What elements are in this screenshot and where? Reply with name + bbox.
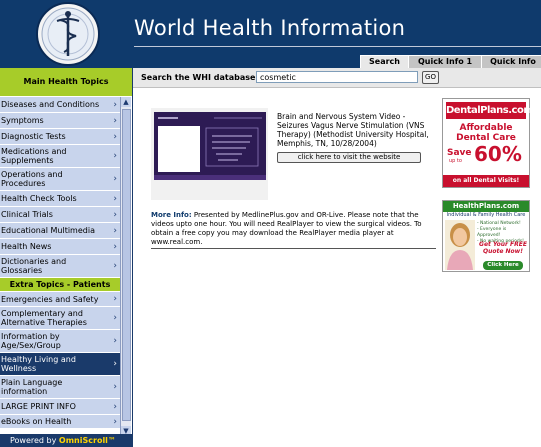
healthplans-logo: HealthPlans.com [443, 201, 529, 212]
chevron-right-icon: › [113, 382, 117, 392]
visit-website-button[interactable]: click here to visit the website [277, 152, 421, 163]
sidebar-item-emergencies[interactable]: Emergencies and Safety › [0, 292, 120, 307]
healthplans-ad[interactable]: HealthPlans.com Individual & Family Heal… [442, 200, 530, 272]
scroll-up-icon[interactable]: ▲ [121, 97, 131, 107]
ad-health-bullet: - Everyone is Approved! [477, 227, 507, 238]
sidebar-item-symptoms[interactable]: Symptoms › [0, 113, 120, 129]
chevron-right-icon: › [113, 174, 117, 184]
caduceus-logo-icon[interactable] [36, 2, 100, 66]
sidebar-item-label: Healthy Living and Wellness [1, 355, 76, 373]
sidebar-item-health-news[interactable]: Health News › [0, 239, 120, 255]
more-info-body: Presented by MedlinePlus.gov and OR-Live… [151, 211, 422, 246]
sidebar-item-healthy-living[interactable]: Healthy Living and Wellness › [0, 353, 120, 376]
sidebar-item-label: Educational Multimedia [1, 226, 95, 235]
ad-dental-save: Save [447, 148, 472, 158]
sidebar-item-complementary[interactable]: Complementary and Alternative Therapies › [0, 307, 120, 330]
video-control-bar[interactable] [154, 175, 266, 180]
sidebar-item-label: Operations and Procedures [1, 170, 63, 188]
sidebar-item-plain-language[interactable]: Plain Language information › [0, 376, 120, 399]
ad-dental-percent: 60% [474, 142, 522, 166]
sidebar-item-educational-multimedia[interactable]: Educational Multimedia › [0, 223, 120, 239]
sidebar: Main Health Topics Diseases and Conditio… [0, 68, 132, 447]
sidebar-item-health-check-tools[interactable]: Health Check Tools › [0, 191, 120, 207]
sidebar-scrollbar[interactable]: ▲ ▼ [120, 97, 131, 436]
sidebar-item-diagnostic-tests[interactable]: Diagnostic Tests › [0, 129, 120, 145]
sidebar-item-large-print[interactable]: LARGE PRINT INFO › [0, 399, 120, 415]
sidebar-item-label: Plain Language information [1, 378, 63, 396]
video-thumbnail[interactable] [151, 108, 268, 200]
site-title: World Health Information [134, 16, 406, 40]
sidebar-item-label: Diseases and Conditions [1, 100, 100, 109]
dentalplans-logo: DentalPlans.com [446, 102, 534, 119]
chevron-right-icon: › [113, 416, 117, 427]
chevron-right-icon: › [113, 225, 117, 236]
ad-health-subtitle: Individual & Family Health Care [446, 212, 526, 218]
sidebar-item-operations[interactable]: Operations and Procedures › [0, 168, 120, 191]
tab-bar: Search Quick Info 1 Quick Info [360, 55, 541, 68]
click-here-button[interactable]: Click Here [483, 261, 523, 270]
powered-by-footer: Powered by OmniScroll™ [0, 434, 132, 447]
sidebar-item-diseases[interactable]: Diseases and Conditions › [0, 97, 120, 113]
search-bar: Search the WHI database: GO [133, 68, 541, 88]
ad-health-quote: Get Your FREE Quote Now! [479, 241, 527, 255]
sidebar-item-label: Emergencies and Safety [1, 294, 99, 304]
sidebar-menu: Diseases and Conditions › Symptoms › Diagn… [0, 97, 120, 429]
site-header: World Health Information Search Quick In… [0, 0, 541, 68]
sidebar-item-label: Health Check Tools [1, 194, 77, 203]
sidebar-item-label: Complementary and Alternative Therapies [1, 309, 87, 327]
chevron-right-icon: › [113, 193, 117, 204]
chevron-right-icon: › [113, 115, 117, 126]
sidebar-item-label: Diagnostic Tests [1, 132, 66, 141]
chevron-right-icon: › [113, 313, 117, 323]
chevron-right-icon: › [113, 261, 117, 271]
chevron-right-icon: › [113, 336, 117, 346]
sidebar-item-info-by-age[interactable]: Information by Age/Sex/Group › [0, 330, 120, 353]
sidebar-item-medications[interactable]: Medications and Supplements › [0, 145, 120, 168]
sidebar-item-label: Symptoms [1, 116, 44, 125]
sidebar-item-ebooks[interactable]: eBooks on Health › [0, 415, 120, 429]
extra-topics-header: Extra Topics - Patients [0, 278, 120, 292]
sidebar-item-label: eBooks on Health [1, 417, 72, 426]
result-description: Brain and Nervous System Video - Seizure… [277, 112, 429, 148]
content-divider [151, 248, 436, 249]
woman-photo-icon [445, 220, 475, 270]
go-button[interactable]: GO [422, 71, 439, 84]
sidebar-item-label: Clinical Trials [1, 210, 53, 219]
video-player-frame [154, 112, 266, 177]
tab-search[interactable]: Search [360, 55, 408, 68]
chevron-right-icon: › [113, 151, 117, 161]
scrollbar-thumb[interactable] [122, 109, 131, 421]
tab-quick-info-1[interactable]: Quick Info 1 [408, 55, 481, 68]
chevron-right-icon: › [113, 294, 117, 304]
more-info-text: More Info: Presented by MedlinePlus.gov … [151, 211, 436, 247]
chevron-right-icon: › [113, 401, 117, 412]
ad-dental-upto: up to [449, 158, 462, 164]
sidebar-item-label: Medications and Supplements [1, 147, 67, 165]
powered-by-label: Powered by [10, 436, 59, 445]
sidebar-divider [132, 68, 133, 447]
omniscroll-brand[interactable]: OmniScroll™ [59, 436, 116, 445]
sidebar-item-clinical-trials[interactable]: Clinical Trials › [0, 207, 120, 223]
main-topics-header: Main Health Topics [0, 68, 132, 96]
sidebar-item-label: Information by Age/Sex/Group [1, 332, 61, 350]
chevron-right-icon: › [113, 359, 117, 369]
chevron-right-icon: › [113, 99, 117, 110]
sidebar-item-label: Dictionaries and Glossaries [1, 257, 67, 275]
title-divider [134, 46, 541, 47]
video-frame-graphic [158, 117, 262, 167]
dentalplans-ad[interactable]: DentalPlans.com Affordable Dental Care S… [442, 98, 534, 188]
search-input[interactable] [256, 71, 418, 83]
sidebar-item-dictionaries[interactable]: Dictionaries and Glossaries › [0, 255, 120, 278]
chevron-right-icon: › [113, 241, 117, 252]
more-info-label: More Info: [151, 211, 192, 219]
ad-dental-line1: Affordable [459, 123, 513, 133]
chevron-right-icon: › [113, 209, 117, 220]
tab-quick-info-2[interactable]: Quick Info [481, 55, 541, 68]
ad-dental-line3: on all Dental Visits! [443, 175, 529, 187]
search-label: Search the WHI database: [141, 73, 259, 82]
sidebar-item-label: Health News [1, 242, 52, 251]
chevron-right-icon: › [113, 131, 117, 142]
sidebar-item-label: LARGE PRINT INFO [1, 402, 76, 411]
